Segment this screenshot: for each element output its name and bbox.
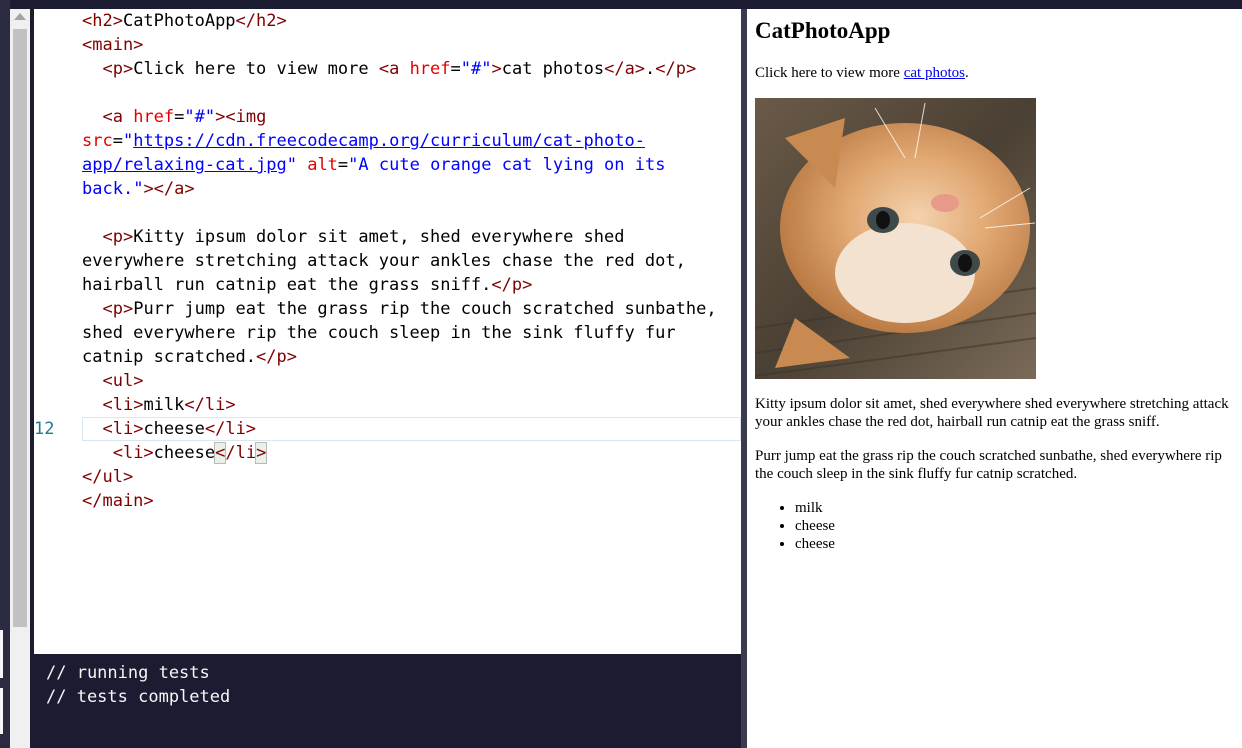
cat-photo-illustration bbox=[755, 98, 1036, 379]
code-line: <main> bbox=[82, 35, 144, 55]
code-line: <p>Purr jump eat the grass rip the couch… bbox=[82, 299, 727, 367]
scroll-up-arrow-icon[interactable] bbox=[14, 13, 26, 20]
code-line: </ul> bbox=[82, 467, 134, 487]
code-line: <p>Kitty ipsum dolor sit amet, shed ever… bbox=[82, 227, 697, 295]
list-item: milk bbox=[795, 499, 835, 517]
list-item: cheese bbox=[795, 517, 835, 535]
preview-paragraph: Kitty ipsum dolor sit amet, shed everywh… bbox=[755, 396, 1229, 430]
code-editor[interactable]: 12 <h2>CatPhotoApp</h2> <main> <p>Click h… bbox=[34, 9, 741, 654]
console-line: // tests completed bbox=[46, 687, 231, 707]
cat-image[interactable] bbox=[755, 98, 1036, 379]
code-line-active: <li>cheese</li> bbox=[112, 442, 268, 464]
test-console: // running tests // tests completed bbox=[34, 660, 741, 748]
code-line: <h2>CatPhotoApp</h2> bbox=[82, 11, 287, 31]
console-line: // running tests bbox=[46, 663, 210, 683]
scroll-thumb[interactable] bbox=[13, 29, 27, 627]
preview-pane: CatPhotoApp Click here to view more cat … bbox=[747, 9, 1242, 748]
panel-marker bbox=[0, 630, 3, 678]
code-line: <li>cheese</li> bbox=[102, 419, 257, 439]
editor-scrollbar[interactable] bbox=[10, 9, 30, 748]
code-line: <p>Click here to view more <a href="#">c… bbox=[102, 59, 697, 79]
code-line: <a href="#"><img src="https://cdn.freeco… bbox=[82, 107, 676, 199]
left-panel-strip bbox=[0, 0, 10, 748]
code-line: <ul> bbox=[102, 371, 144, 391]
preview-paragraph: Click here to view more cat photos. bbox=[755, 65, 969, 81]
cat-photos-link[interactable]: cat photos bbox=[904, 65, 965, 81]
preview-list: milk cheese cheese bbox=[755, 499, 835, 553]
code-line: <li>milk</li> bbox=[102, 395, 236, 415]
code-line: </main> bbox=[82, 491, 154, 511]
preview-paragraph: Purr jump eat the grass rip the couch sc… bbox=[755, 448, 1222, 482]
line-number: 12 bbox=[34, 419, 55, 439]
list-item: cheese bbox=[795, 535, 835, 553]
preview-title: CatPhotoApp bbox=[755, 18, 891, 43]
panel-marker bbox=[0, 688, 3, 734]
code-content[interactable]: <h2>CatPhotoApp</h2> <main> <p>Click here… bbox=[82, 9, 737, 513]
